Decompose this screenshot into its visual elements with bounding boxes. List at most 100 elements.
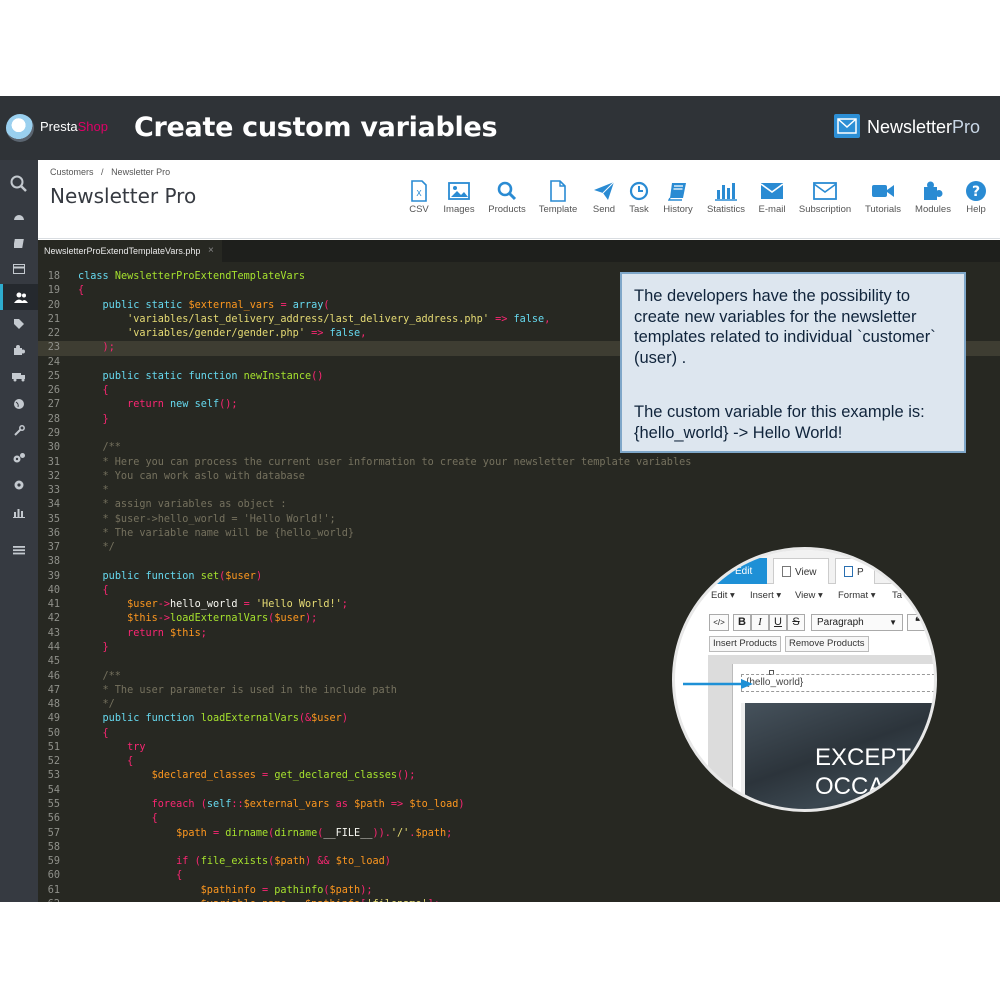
- dashboard-icon[interactable]: [9, 208, 29, 224]
- catalog-tag-icon[interactable]: [9, 316, 29, 332]
- line-code: *: [78, 485, 109, 497]
- menu-edit[interactable]: Edit ▾: [711, 590, 735, 601]
- insert-products-button[interactable]: Insert Products: [709, 636, 781, 652]
- line-number: 24: [47, 356, 60, 368]
- italic-button[interactable]: I: [751, 614, 769, 631]
- line-code: public function loadExternalVars(&$user): [102, 713, 348, 725]
- menu-table[interactable]: Ta: [892, 590, 902, 601]
- blockquote-button[interactable]: ❝: [907, 614, 929, 631]
- code-line[interactable]: 33 *: [38, 484, 1000, 498]
- breadcrumb-newsletter-pro[interactable]: Newsletter Pro: [111, 167, 170, 177]
- settings-gear-icon[interactable]: [9, 477, 29, 493]
- menu-format[interactable]: Format ▾: [838, 590, 876, 601]
- np-brand-part-2: Pro: [952, 117, 981, 137]
- code-line[interactable]: 61 $pathinfo = pathinfo($path);: [38, 884, 1000, 898]
- toolbar-csv-button[interactable]: X CSV: [404, 178, 434, 222]
- line-code: public function set($user): [102, 570, 263, 582]
- toolbar-statistics-button[interactable]: Statistics: [704, 178, 748, 222]
- remove-products-button[interactable]: Remove Products: [785, 636, 869, 652]
- payment-icon[interactable]: [9, 261, 29, 277]
- code-line[interactable]: 35 * $user->hello_world = 'Hello World!'…: [38, 513, 1000, 527]
- book-icon: [659, 178, 697, 204]
- wrench-icon[interactable]: [9, 423, 29, 439]
- menu-view[interactable]: View ▾: [795, 590, 823, 601]
- toolbar-tutorials-button[interactable]: Tutorials: [862, 178, 904, 222]
- line-number: 36: [47, 527, 60, 539]
- line-code: /**: [78, 670, 121, 682]
- line-number: 19: [47, 285, 60, 297]
- zoom-format-toolbar: </> B I U S Paragraph ▼ ❝: [675, 614, 934, 632]
- code-line[interactable]: 62 $variable_name = $pathinfo['filename'…: [38, 898, 1000, 902]
- page-icon: [844, 566, 853, 577]
- toolbar-subscription-button[interactable]: Subscription: [795, 178, 855, 222]
- toolbar-products-button[interactable]: Products: [486, 178, 528, 222]
- toolbar-label: Send: [592, 204, 616, 215]
- np-brand-part-1: Newsletter: [867, 117, 953, 137]
- line-number: 33: [47, 485, 60, 497]
- toolbar-modules-button[interactable]: Modules: [912, 178, 954, 222]
- customers-icon[interactable]: [0, 284, 38, 310]
- code-line[interactable]: 59 if (file_exists($path) && $to_load): [38, 855, 1000, 869]
- localization-globe-icon[interactable]: [9, 396, 29, 412]
- source-code-button[interactable]: </>: [709, 614, 729, 631]
- paper-plane-icon: [589, 178, 619, 204]
- breadcrumb-separator: /: [101, 167, 104, 177]
- line-number: 38: [47, 556, 60, 568]
- toolbar-images-button[interactable]: Images: [441, 178, 477, 222]
- search-icon: [486, 178, 528, 204]
- toolbar-task-button[interactable]: Task: [625, 178, 653, 222]
- toolbar-send-button[interactable]: Send: [589, 178, 619, 222]
- code-line[interactable]: 36 * The variable name will be {hello_wo…: [38, 527, 1000, 541]
- toolbar-label: Template: [538, 204, 578, 215]
- advanced-gears-icon[interactable]: [9, 450, 29, 466]
- toolbar-help-button[interactable]: ? Help: [962, 178, 990, 222]
- editor-tab-file[interactable]: NewsletterProExtendTemplateVars.php ×: [38, 240, 222, 262]
- line-number: 29: [47, 427, 60, 439]
- breadcrumb-customers[interactable]: Customers: [50, 167, 94, 177]
- strikethrough-button[interactable]: S: [787, 614, 805, 631]
- line-number: 49: [47, 713, 60, 725]
- newsletter-pro-logo-icon: [834, 114, 860, 138]
- callout-paragraph-2: The custom variable for this example is:…: [634, 403, 925, 442]
- menu-insert[interactable]: Insert ▾: [750, 590, 781, 601]
- modules-puzzle-icon[interactable]: [9, 342, 29, 358]
- hero-image-text: EXCEPT OCCA: [815, 743, 911, 801]
- toolbar-template-button[interactable]: Template: [536, 178, 580, 222]
- toolbar-email-button[interactable]: E-mail: [755, 178, 789, 222]
- paragraph-select[interactable]: Paragraph ▼: [811, 614, 903, 631]
- menu-icon[interactable]: [9, 542, 29, 558]
- code-line[interactable]: 34 * assign variables as object :: [38, 498, 1000, 512]
- hello-world-variable[interactable]: {hello_world}: [741, 674, 934, 692]
- underline-button[interactable]: U: [769, 614, 787, 631]
- line-number: 54: [47, 784, 60, 796]
- line-code: 'variables/last_delivery_address/last_de…: [127, 313, 551, 325]
- line-number: 23: [47, 342, 60, 354]
- orders-icon[interactable]: [9, 235, 29, 251]
- close-icon[interactable]: ×: [208, 245, 214, 256]
- toolbar-history-button[interactable]: History: [659, 178, 697, 222]
- line-code: */: [78, 542, 115, 554]
- tab-edit[interactable]: Edit: [715, 558, 767, 584]
- line-code: * $user->hello_world = 'Hello World!';: [78, 513, 336, 525]
- code-line[interactable]: 56 {: [38, 812, 1000, 826]
- code-line[interactable]: 57 $path = dirname(dirname(__FILE__)).'/…: [38, 827, 1000, 841]
- line-number: 30: [47, 442, 60, 454]
- info-callout: The developers have the possibility to c…: [620, 272, 966, 453]
- line-number: 44: [47, 642, 60, 654]
- line-number: 18: [47, 271, 60, 282]
- toolbar-label: History: [663, 204, 693, 215]
- line-number: 59: [47, 856, 60, 868]
- code-line[interactable]: 31 * Here you can process the current us…: [38, 456, 1000, 470]
- stats-icon[interactable]: [9, 504, 29, 520]
- code-line[interactable]: 58: [38, 841, 1000, 855]
- tab-view[interactable]: View: [773, 558, 829, 584]
- search-icon[interactable]: [9, 175, 29, 192]
- line-number: 42: [47, 613, 60, 625]
- prestashop-brand: PrestaShop: [40, 119, 108, 134]
- tab-partial[interactable]: P: [835, 558, 875, 584]
- code-line[interactable]: 32 * You can work aslo with database: [38, 470, 1000, 484]
- code-line[interactable]: 60 {: [38, 869, 1000, 883]
- bold-button[interactable]: B: [733, 614, 751, 631]
- line-number: 60: [47, 870, 60, 882]
- shipping-truck-icon[interactable]: [9, 369, 29, 385]
